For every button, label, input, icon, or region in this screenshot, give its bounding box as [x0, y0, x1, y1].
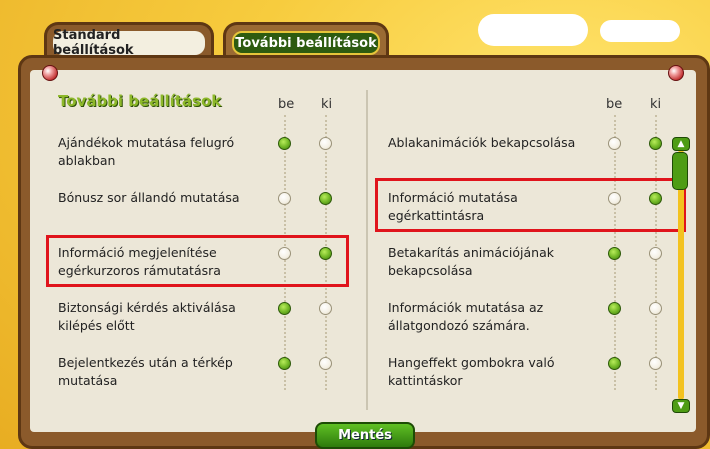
radio-on[interactable]	[278, 137, 291, 150]
setting-label: Információk mutatása az állatgondozó szám…	[388, 300, 544, 333]
radio-off[interactable]	[649, 302, 662, 315]
radio-off[interactable]	[319, 137, 332, 150]
radio-off[interactable]	[649, 357, 662, 370]
setting-label: Biztonsági kérdés aktiválása kilépés előt…	[58, 300, 236, 333]
radio-off[interactable]	[649, 247, 662, 260]
column-divider	[366, 90, 368, 410]
pin-icon	[42, 65, 58, 81]
radio-on[interactable]	[278, 302, 291, 315]
chevron-down-icon[interactable]: ▼	[672, 399, 690, 413]
radio-on[interactable]	[608, 357, 621, 370]
radio-on[interactable]	[608, 302, 621, 315]
column-header-on: be	[278, 97, 295, 112]
section-title: További beállítások	[58, 92, 222, 110]
column-header-off: ki	[321, 97, 333, 112]
pin-icon	[668, 65, 684, 81]
radio-off[interactable]	[319, 357, 332, 370]
radio-on[interactable]	[608, 247, 621, 260]
radio-off[interactable]	[319, 302, 332, 315]
radio-off[interactable]	[319, 192, 332, 205]
radio-on[interactable]	[608, 137, 621, 150]
highlight-box	[375, 178, 686, 232]
column-header-on: be	[606, 97, 623, 112]
setting-label: Betakarítás animációjának bekapcsolása	[388, 245, 555, 278]
cloud-decoration	[478, 14, 588, 46]
setting-label: Ajándékok mutatása felugró ablakban	[58, 135, 235, 168]
setting-label: Bejelentkezés után a térkép mutatása	[58, 355, 233, 388]
cloud-decoration	[600, 20, 680, 42]
radio-on[interactable]	[278, 357, 291, 370]
highlight-box	[46, 235, 349, 287]
setting-label: Hangeffekt gombokra való kattintáskor	[388, 355, 555, 388]
setting-label: Bónusz sor állandó mutatása	[58, 190, 240, 205]
column-header-off: ki	[650, 97, 662, 112]
setting-label: Ablakanimációk bekapcsolása	[388, 135, 576, 150]
chevron-up-icon[interactable]: ▲	[672, 137, 690, 151]
radio-on[interactable]	[278, 192, 291, 205]
scrollbar-thumb[interactable]	[672, 152, 688, 190]
tab-label: Standard beállítások	[53, 28, 205, 58]
radio-off[interactable]	[649, 137, 662, 150]
save-button[interactable]: Mentés	[315, 422, 415, 449]
tab-label: További beállítások	[232, 31, 380, 55]
